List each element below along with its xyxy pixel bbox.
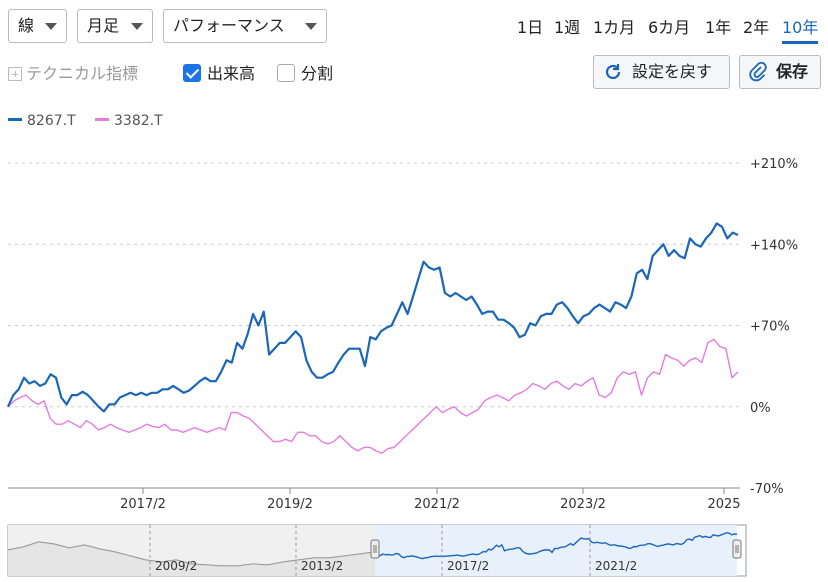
navigator-chart[interactable]: 2009/2 2013/2 2017/2 2021/2	[0, 0, 828, 582]
navigator-tick-label: 2013/2	[301, 559, 343, 573]
navigator-handle[interactable]	[370, 539, 380, 559]
navigator-tick-label: 2017/2	[447, 559, 489, 573]
navigator-selected-region	[375, 525, 737, 576]
navigator-handle[interactable]	[732, 539, 742, 559]
navigator-tick-label: 2009/2	[155, 559, 197, 573]
navigator-tick-label: 2021/2	[595, 559, 637, 573]
